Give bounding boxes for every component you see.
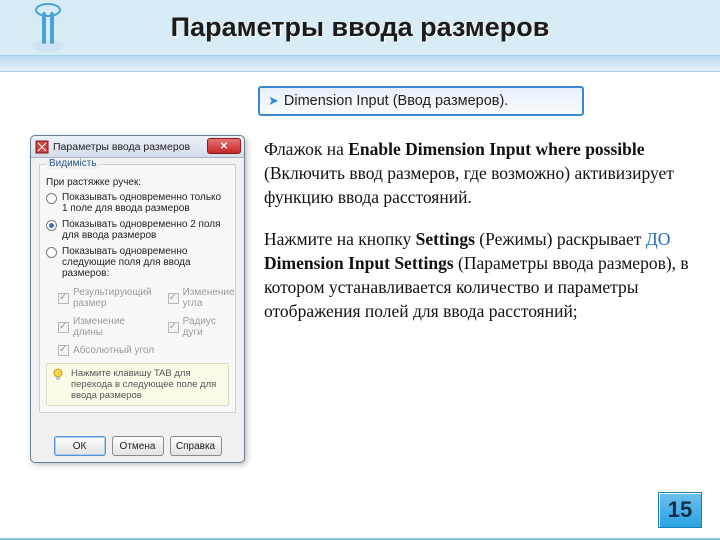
group-label: Видимість [46,158,100,169]
checkbox-icon [58,293,69,304]
body-text: Флажок на Enable Dimension Input where p… [264,137,690,341]
ok-button[interactable]: ОК [54,436,106,456]
lightbulb-icon [51,368,65,382]
callout-box: ➤ Dimension Input (Ввод размеров). [258,86,584,116]
sub-label: При растяжке ручек: [46,177,229,188]
radio-icon [46,193,57,204]
hint-box: Нажмите клавишу TAB для перехода в следу… [46,363,229,406]
hint-text: Нажмите клавишу TAB для перехода в следу… [71,368,216,401]
checkbox-angle-change[interactable]: Изменение угла [156,287,235,309]
dialog-title: Параметры ввода размеров [53,141,190,153]
dialog-window: Параметры ввода размеров ✕ Видимість При… [30,135,245,463]
checkbox-arc-radius[interactable]: Радиус дуги [156,316,235,338]
paragraph-1: Флажок на Enable Dimension Input where p… [264,137,690,209]
help-button[interactable]: Справка [170,436,222,456]
close-icon: ✕ [220,141,228,152]
radio-option-3[interactable]: Показывать одновременно следующие поля д… [46,246,229,279]
checkbox-icon [168,322,179,333]
checkbox-icon [58,345,69,356]
radio-option-1[interactable]: Показывать одновременно только 1 поле дл… [46,192,229,214]
visibility-group: Видимість При растяжке ручек: Показывать… [39,164,236,413]
checkbox-result-size[interactable]: Результирующий размер [46,287,152,309]
paragraph-2: Нажмите на кнопку Settings (Режимы) раск… [264,227,690,323]
checkbox-icon [168,293,179,304]
radio-option-2[interactable]: Показывать одновременно 2 поля для ввода… [46,219,229,241]
checkbox-icon [58,322,69,333]
app-icon [35,140,49,154]
dialog-titlebar: Параметры ввода размеров ✕ [31,136,244,158]
page-number-badge: 15 [658,492,702,528]
radio-icon [46,220,57,231]
close-button[interactable]: ✕ [207,138,241,154]
checkbox-absolute-angle[interactable]: Абсолютный угол [46,345,235,356]
chevron-right-icon: ➤ [268,93,279,109]
callout-text: Dimension Input (Ввод размеров). [284,93,508,109]
slide-title: Параметры ввода размеров [0,12,720,43]
radio-icon [46,247,57,258]
cancel-button[interactable]: Отмена [112,436,164,456]
checkbox-length-change[interactable]: Изменение длины [46,316,152,338]
